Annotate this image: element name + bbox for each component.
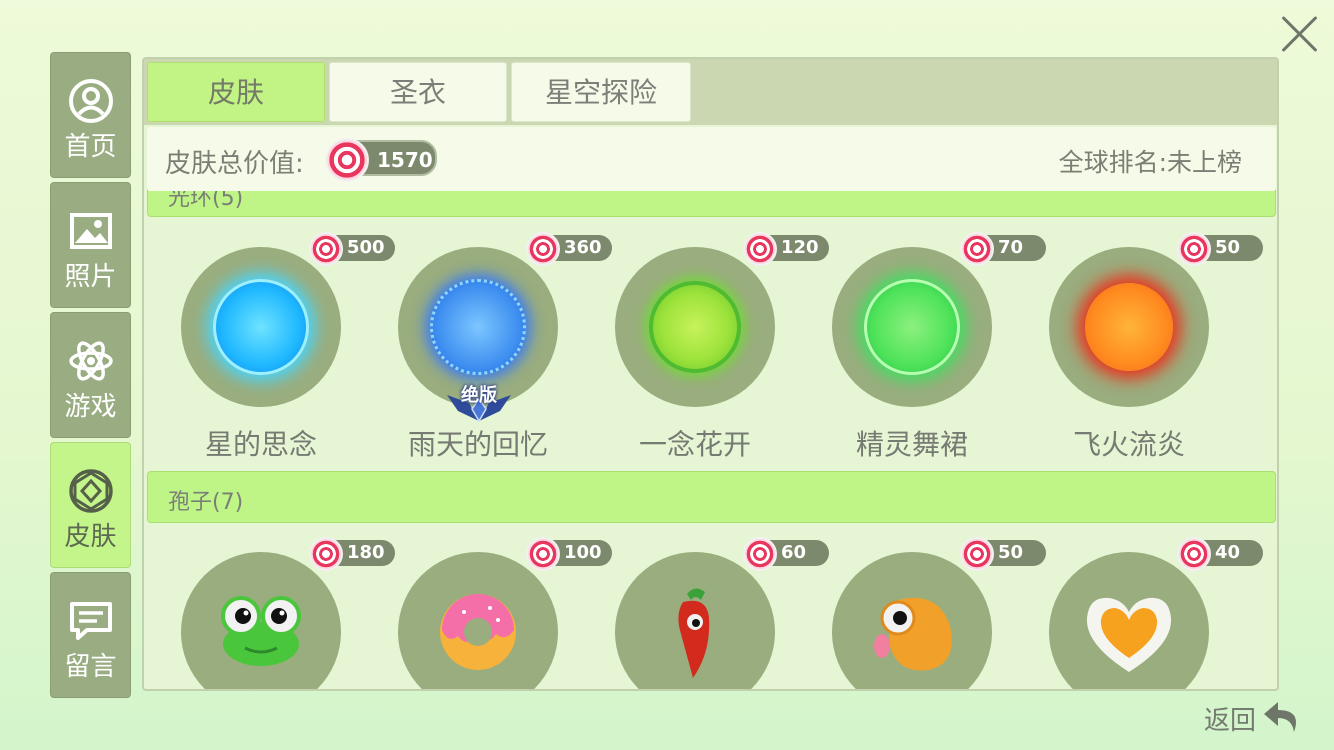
halo-orb-flower <box>649 281 741 373</box>
halo-orb-fire <box>1085 283 1173 371</box>
section-title: 孢子(7) <box>168 490 244 515</box>
price-badge: 100 <box>526 537 612 571</box>
item-name: 精灵舞裙 <box>855 428 968 461</box>
total-value-label: 皮肤总价值: <box>165 149 304 179</box>
donut-icon <box>440 594 516 670</box>
sidebar-item-label: 照片 <box>64 262 117 292</box>
halo-orb-elf <box>864 279 960 375</box>
sidebar-item-label: 留言 <box>64 652 117 682</box>
candy-icon <box>1177 232 1211 266</box>
candy-icon <box>743 537 777 571</box>
section-header-spore: 孢子(7) <box>147 471 1276 523</box>
return-arrow-icon <box>1264 702 1296 732</box>
message-icon <box>70 602 112 640</box>
sidebar-item-label: 皮肤 <box>64 522 117 552</box>
heart-egg-icon <box>1086 597 1172 672</box>
skin-summary: 皮肤总价值: 1570 全球排名:未上榜 <box>147 127 1276 191</box>
item-name: 星的思念 <box>204 428 317 461</box>
frog-icon <box>221 596 301 666</box>
close-icon[interactable] <box>1278 12 1322 56</box>
sidebar-item-label: 首页 <box>64 132 117 162</box>
photo-icon <box>70 213 112 249</box>
limited-edition-badge: 绝版 <box>444 381 514 423</box>
candy-icon <box>1177 537 1211 571</box>
sidebar-item-messages[interactable]: 留言 <box>50 572 131 698</box>
skins-panel: 皮肤 圣衣 星空探险 光环(5) 500 星的思念 绝版 360 雨天的回忆 1… <box>142 57 1279 691</box>
price-badge: 120 <box>743 232 829 266</box>
orange-creature-icon <box>874 597 952 671</box>
candy-icon <box>743 232 777 266</box>
halo-orb-blue <box>213 279 309 375</box>
candy-icon <box>960 537 994 571</box>
gem-icon <box>69 469 113 513</box>
candy-icon <box>309 537 343 571</box>
item-name: 一念花开 <box>638 428 751 461</box>
sidebar-item-photos[interactable]: 照片 <box>50 182 131 308</box>
candy-icon <box>960 232 994 266</box>
user-icon <box>69 79 113 123</box>
price-badge: 500 <box>309 232 395 266</box>
total-value: 1570 <box>377 148 433 172</box>
item-name: 雨天的回忆 <box>407 428 548 461</box>
chili-icon <box>678 588 710 678</box>
global-rank: 全球排名:未上榜 <box>1058 148 1242 177</box>
atom-icon <box>69 341 113 381</box>
price-badge: 50 <box>1177 232 1263 266</box>
candy-icon <box>526 537 560 571</box>
price-badge: 50 <box>960 537 1046 571</box>
back-label: 返回 <box>1204 706 1257 736</box>
sidebar-item-label: 游戏 <box>64 392 117 422</box>
item-name: 飞火流炎 <box>1072 428 1185 461</box>
price-badge: 180 <box>309 537 395 571</box>
candy-icon <box>325 138 369 182</box>
candy-icon <box>309 232 343 266</box>
price-badge: 360 <box>526 232 612 266</box>
price-badge: 70 <box>960 232 1046 266</box>
sidebar-item-home[interactable]: 首页 <box>50 52 131 178</box>
price-badge: 40 <box>1177 537 1263 571</box>
total-value-badge: 1570 <box>325 138 437 182</box>
halo-orb-rain <box>430 279 526 375</box>
sidebar-item-games[interactable]: 游戏 <box>50 312 131 438</box>
sidebar-item-skins[interactable]: 皮肤 <box>50 442 131 568</box>
price-badge: 60 <box>743 537 829 571</box>
candy-icon <box>526 232 560 266</box>
